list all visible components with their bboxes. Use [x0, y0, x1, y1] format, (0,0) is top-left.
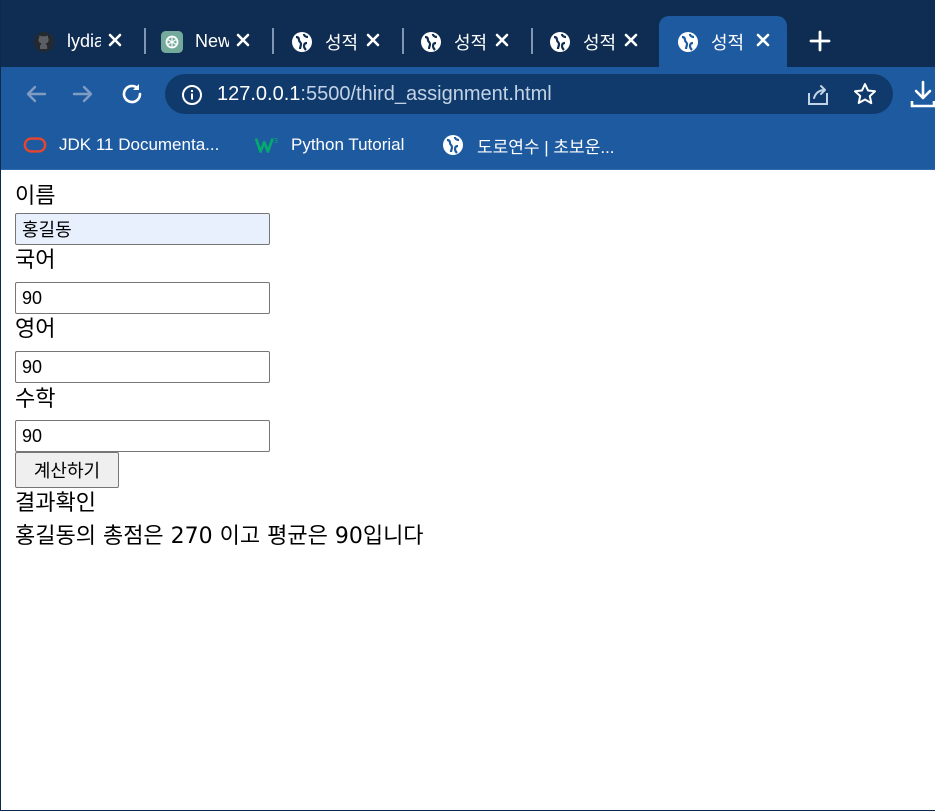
- english-label: 영어: [15, 317, 56, 342]
- korean-score-input[interactable]: [15, 282, 270, 314]
- browser-window: lydia New 성적 성적 성적 성적 127.0.0.1:5500/thi…: [0, 0, 935, 811]
- reload-icon[interactable]: [117, 79, 147, 109]
- math-label: 수학: [15, 387, 56, 412]
- globe-icon: [291, 31, 313, 53]
- tab-4[interactable]: 성적: [388, 16, 530, 67]
- w3schools-icon: 3: [255, 133, 279, 157]
- bookmark-label: 도로연수 | 초보운...: [477, 137, 615, 157]
- close-icon[interactable]: [233, 30, 253, 50]
- forward-arrow-icon[interactable]: [68, 79, 98, 109]
- english-score-input[interactable]: [15, 351, 270, 383]
- tab-title: lydia: [67, 31, 101, 51]
- address-bar[interactable]: 127.0.0.1:5500/third_assignment.html: [165, 74, 893, 114]
- close-icon[interactable]: [492, 30, 512, 50]
- globe-icon: [677, 31, 699, 53]
- bookmark-driving[interactable]: 도로연수 | 초보운...: [441, 131, 615, 159]
- url-path: :5500/third_assignment.html: [300, 83, 552, 105]
- tab-5[interactable]: 성적: [517, 16, 659, 67]
- tab-title: New: [195, 31, 229, 51]
- close-icon[interactable]: [753, 30, 773, 50]
- page-content: 이름 국어 영어 수학 계산하기 결과확인 홍길동의 총점은 270 이고 평균…: [15, 170, 915, 552]
- close-icon[interactable]: [621, 30, 641, 50]
- new-tab-plus-icon[interactable]: [807, 28, 833, 54]
- oracle-icon: [23, 133, 47, 157]
- tab-title: 성적: [583, 32, 617, 53]
- github-icon: [33, 31, 55, 53]
- bookmarks-bar: JDK 11 Documenta... 3 Python Tutorial 도로…: [1, 121, 935, 170]
- close-icon[interactable]: [105, 30, 125, 50]
- tab-strip: lydia New 성적 성적 성적 성적: [1, 0, 935, 67]
- close-icon[interactable]: [363, 30, 383, 50]
- name-input[interactable]: [15, 213, 270, 245]
- korean-label: 국어: [15, 248, 56, 273]
- bookmark-label: Python Tutorial: [291, 135, 405, 154]
- info-icon[interactable]: [181, 84, 203, 106]
- globe-icon: [420, 31, 442, 53]
- tab-3[interactable]: 성적: [259, 16, 401, 67]
- back-arrow-icon[interactable]: [21, 79, 51, 109]
- result-title: 결과확인: [15, 491, 96, 516]
- globe-icon: [549, 31, 571, 53]
- tab-1[interactable]: lydia: [1, 16, 143, 67]
- share-icon[interactable]: [805, 83, 831, 107]
- svg-text:3: 3: [273, 136, 278, 145]
- url-text[interactable]: 127.0.0.1:5500/third_assignment.html: [217, 83, 552, 106]
- tab-title: 성적: [325, 32, 359, 53]
- url-host: 127.0.0.1: [217, 83, 301, 105]
- tab-6-active[interactable]: 성적: [659, 16, 787, 67]
- download-icon[interactable]: [907, 79, 935, 109]
- bookmark-python[interactable]: 3 Python Tutorial: [255, 131, 404, 159]
- math-score-input[interactable]: [15, 420, 270, 452]
- tab-title: 성적: [711, 32, 745, 53]
- tab-2[interactable]: New: [129, 16, 271, 67]
- bookmark-label: JDK 11 Documenta...: [59, 135, 220, 154]
- bookmark-star-icon[interactable]: [853, 82, 877, 106]
- result-text: 홍길동의 총점은 270 이고 평균은 90입니다: [15, 524, 424, 549]
- globe-icon: [441, 133, 465, 157]
- calculate-button[interactable]: 계산하기: [15, 452, 119, 488]
- tab-title: 성적: [454, 32, 488, 53]
- bookmark-jdk[interactable]: JDK 11 Documenta...: [23, 131, 219, 159]
- name-label: 이름: [15, 184, 56, 209]
- browser-toolbar: 127.0.0.1:5500/third_assignment.html: [1, 67, 935, 121]
- openai-icon: [161, 30, 183, 53]
